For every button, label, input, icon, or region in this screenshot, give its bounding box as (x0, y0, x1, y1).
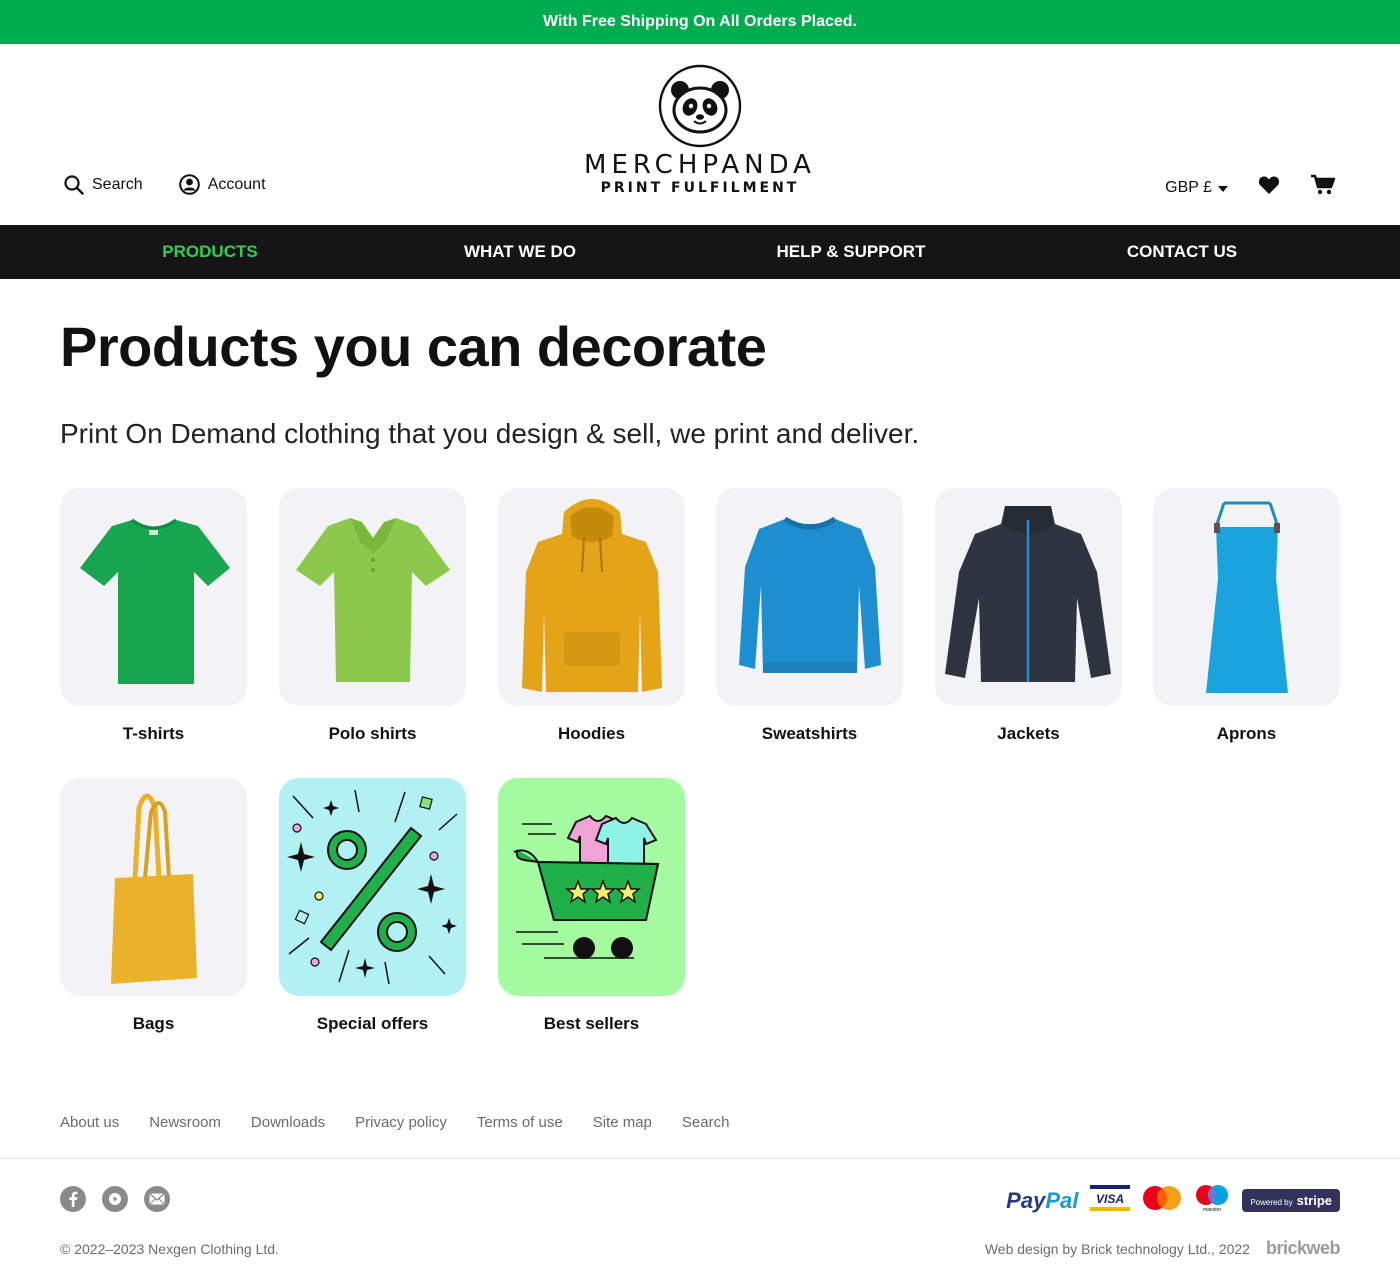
stripe-prefix: Powered by (1250, 1198, 1293, 1207)
product-label: Best sellers (543, 1014, 640, 1033)
product-card-special-offers[interactable]: Special offers (279, 778, 466, 1034)
search-label: Search (92, 175, 143, 193)
youtube-icon[interactable] (102, 1186, 128, 1212)
logo-tagline: PRINT FULFILMENT (600, 180, 800, 196)
product-card-hoodies[interactable]: Hoodies (498, 488, 685, 744)
copyright-text: © 2022–2023 Nexgen Clothing Ltd. (60, 1241, 279, 1257)
header-left-actions: Search Account (64, 174, 266, 195)
account-link[interactable]: Account (178, 174, 266, 195)
footer-divider (0, 1158, 1400, 1159)
email-icon[interactable] (144, 1186, 170, 1212)
currency-label: GBP £ (1165, 178, 1212, 196)
main-nav: PRODUCTS WHAT WE DO HELP & SUPPORT CONTA… (0, 225, 1400, 279)
product-label: Sweatshirts (761, 724, 858, 743)
product-label: Bags (132, 1014, 175, 1033)
product-card-sweatshirts[interactable]: Sweatshirts (716, 488, 903, 744)
visa-text: VISA (1096, 1192, 1124, 1206)
site-header: Search Account MERCHPANDA PRINT FULFILME… (0, 44, 1400, 225)
header-right-actions: GBP £ (1165, 174, 1336, 201)
web-credit[interactable]: Web design by Brick technology Ltd., 202… (984, 1238, 1341, 1259)
apron-image (1153, 488, 1340, 706)
page-subtitle: Print On Demand clothing that you design… (60, 418, 920, 449)
footer-link-newsroom[interactable]: Newsroom (149, 1114, 221, 1131)
panda-logo-icon (658, 64, 742, 148)
facebook-icon[interactable] (60, 1186, 86, 1212)
site-logo[interactable]: MERCHPANDA PRINT FULFILMENT (560, 64, 840, 196)
product-label: Hoodies (557, 724, 626, 743)
hoodie-image (498, 488, 685, 706)
shopping-cart-stars-icon (498, 778, 685, 996)
product-card-jackets[interactable]: Jackets (935, 488, 1122, 744)
mastercard-logo (1142, 1185, 1182, 1216)
stripe-wordmark: stripe (1296, 1193, 1332, 1208)
product-label: Polo shirts (328, 724, 417, 743)
caret-down-icon (1218, 179, 1228, 197)
polo-shirt-image (279, 488, 466, 706)
footer-link-about-us[interactable]: About us (60, 1114, 119, 1131)
product-label: Aprons (1216, 724, 1277, 743)
visa-logo: VISA (1090, 1185, 1131, 1216)
paypal-logo: PayPal (1006, 1187, 1079, 1213)
search-icon (64, 174, 84, 195)
maestro-logo: maestro (1194, 1184, 1230, 1217)
maestro-text: maestro (1203, 1207, 1221, 1212)
logo-name: MERCHPANDA (584, 150, 816, 180)
footer-link-downloads[interactable]: Downloads (251, 1114, 325, 1131)
product-card-tshirts[interactable]: T-shirts (60, 488, 247, 744)
product-card-polo-shirts[interactable]: Polo shirts (279, 488, 466, 744)
sweatshirt-image (716, 488, 903, 706)
footer-link-terms-of-use[interactable]: Terms of use (477, 1114, 563, 1131)
footer-link-privacy-policy[interactable]: Privacy policy (355, 1114, 447, 1131)
footer-links: About us Newsroom Downloads Privacy poli… (60, 1114, 729, 1131)
wishlist-heart-icon[interactable] (1258, 175, 1280, 200)
social-links (60, 1186, 170, 1212)
product-label: T-shirts (122, 724, 185, 743)
product-card-bags[interactable]: Bags (60, 778, 247, 1034)
percent-badge-icon (279, 778, 466, 996)
payment-methods: PayPal VISA maestro Powered by stripe (1006, 1184, 1340, 1217)
nav-item-what-we-do[interactable]: WHAT WE DO (464, 225, 576, 279)
promo-text: With Free Shipping On All Orders Placed. (543, 13, 857, 30)
brickweb-logo: brickweb (1265, 1238, 1341, 1258)
account-icon (178, 174, 200, 195)
credit-text: Web design by Brick technology Ltd., 202… (984, 1240, 1250, 1257)
promo-banner: With Free Shipping On All Orders Placed. (0, 0, 1400, 44)
page-title: Products you can decorate (60, 315, 767, 378)
cart-icon[interactable] (1310, 174, 1336, 201)
product-card-best-sellers[interactable]: Best sellers (498, 778, 685, 1034)
nav-item-contact-us[interactable]: CONTACT US (1127, 225, 1237, 279)
account-label: Account (207, 175, 266, 193)
bag-image (60, 778, 247, 996)
footer-link-site-map[interactable]: Site map (593, 1114, 652, 1131)
currency-selector[interactable]: GBP £ (1165, 179, 1228, 197)
nav-item-products[interactable]: PRODUCTS (162, 225, 257, 279)
stripe-badge: Powered by stripe (1242, 1189, 1340, 1212)
search-link[interactable]: Search (64, 174, 143, 195)
tshirt-image (60, 488, 247, 706)
product-label: Jackets (997, 724, 1060, 743)
jacket-image (935, 488, 1122, 706)
product-label: Special offers (316, 1014, 429, 1033)
product-card-aprons[interactable]: Aprons (1153, 488, 1340, 744)
footer-link-search[interactable]: Search (682, 1114, 730, 1131)
nav-item-help-support[interactable]: HELP & SUPPORT (777, 225, 926, 279)
